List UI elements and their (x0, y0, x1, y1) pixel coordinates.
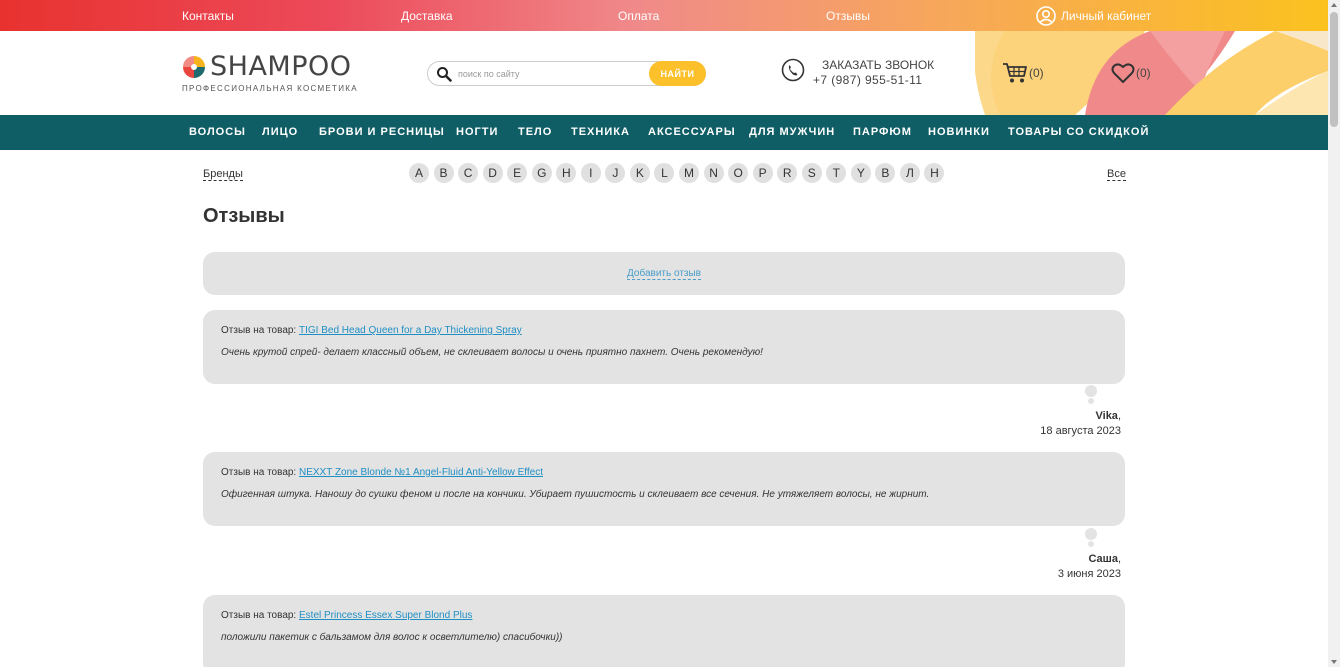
cart-count: (0) (1029, 66, 1044, 80)
review-product-link[interactable]: Estel Princess Essex Super Blond Plus (299, 610, 472, 621)
phone-icon (781, 58, 805, 82)
logo-icon (183, 55, 205, 78)
brand-letter[interactable]: T (826, 163, 847, 183)
review-text: Очень крутой спрей- делает классный объе… (221, 347, 763, 358)
nav-item-hair[interactable]: ВОЛОСЫ (189, 126, 246, 138)
cart-button[interactable]: (0) (1002, 62, 1044, 84)
nav-item-perfume[interactable]: ПАРФЮМ (853, 126, 912, 138)
review-text: Офигенная штука. Наношу до сушки феном и… (221, 489, 930, 500)
review-author-name: Саша (1088, 553, 1118, 565)
speech-bubble-dot (1085, 385, 1097, 397)
review-product-link[interactable]: NEXXT Zone Blonde №1 Angel-Fluid Anti-Ye… (299, 467, 543, 478)
brand-letter[interactable]: H (556, 163, 577, 183)
brand-letter[interactable]: A (409, 163, 429, 183)
nav-item-face[interactable]: ЛИЦО (262, 126, 298, 138)
search-button[interactable]: НАЙТИ (649, 61, 706, 86)
nav-item-nails[interactable]: НОГТИ (456, 126, 498, 138)
search-input[interactable] (458, 65, 644, 82)
speech-bubble-dot (1085, 528, 1097, 540)
topbar-link-contacts[interactable]: Контакты (182, 9, 234, 23)
callback[interactable]: ЗАКАЗАТЬ ЗВОНОК +7 (987) 955-51-11 (781, 58, 934, 87)
review-prefix: Отзыв на товар: (221, 467, 297, 478)
review-product-link[interactable]: TIGI Bed Head Queen for a Day Thickening… (299, 325, 522, 336)
nav-item-new[interactable]: НОВИНКИ (928, 126, 990, 138)
add-review-panel: Добавить отзыв (203, 252, 1125, 295)
user-icon (1036, 6, 1056, 26)
scrollbar[interactable] (1328, 0, 1340, 667)
review-date: 3 июня 2023 (1057, 568, 1121, 580)
brand-letter[interactable]: G (531, 163, 552, 183)
nav-item-sale[interactable]: ТОВАРЫ СО СКИДКОЙ (1008, 126, 1149, 138)
brand-letter[interactable]: O (728, 163, 749, 183)
review-date: 18 августа 2023 (1040, 425, 1121, 437)
scroll-down-arrow-icon[interactable] (1331, 660, 1337, 664)
brand-letter[interactable]: H (924, 163, 945, 183)
brand-letter[interactable]: L (654, 163, 675, 183)
review-author: Vika, (1095, 410, 1122, 422)
header: SHAMPOO ПРОФЕССИОНАЛЬНАЯ КОСМЕТИКА НАЙТИ… (0, 31, 1328, 115)
review-card: Отзыв на товар: TIGI Bed Head Queen for … (203, 310, 1125, 384)
brand-letter[interactable]: P (752, 163, 773, 183)
brand-letter[interactable]: M (679, 163, 700, 183)
nav-item-accessories[interactable]: АКСЕССУАРЫ (648, 126, 736, 138)
heart-icon (1111, 63, 1135, 83)
nav-item-tech[interactable]: ТЕХНИКА (571, 126, 630, 138)
review-product-line: Отзыв на товар: NEXXT Zone Blonde №1 Ang… (221, 467, 543, 478)
nav-item-body[interactable]: ТЕЛО (518, 126, 552, 138)
favorites-button[interactable]: (0) (1111, 62, 1151, 84)
main-nav: ВОЛОСЫ ЛИЦО БРОВИ И РЕСНИЦЫ НОГТИ ТЕЛО Т… (0, 115, 1328, 150)
nav-item-brows-lashes[interactable]: БРОВИ И РЕСНИЦЫ (319, 126, 445, 138)
review-card: Отзыв на товар: Estel Princess Essex Sup… (203, 595, 1125, 667)
favorites-count: (0) (1136, 66, 1151, 80)
search-bar: НАЙТИ (427, 61, 706, 86)
logo-text: SHAMPOO (210, 51, 352, 82)
review-text: положили пакетик с бальзамом для волос к… (221, 632, 563, 643)
topbar-link-payment[interactable]: Оплата (618, 9, 659, 23)
account-label: Личный кабинет (1061, 9, 1152, 23)
brand-letter[interactable]: D (482, 163, 503, 183)
review-prefix: Отзыв на товар: (221, 325, 297, 336)
review-product-line: Отзыв на товар: TIGI Bed Head Queen for … (221, 325, 522, 336)
all-brands-link[interactable]: Все (1107, 168, 1126, 181)
account-link[interactable]: Личный кабинет (1036, 6, 1151, 26)
review-author-name: Vika (1095, 410, 1118, 422)
brand-letter[interactable]: R (777, 163, 798, 183)
brand-letter[interactable]: I (580, 163, 601, 183)
brand-letter[interactable]: Л (899, 163, 920, 183)
brand-letter[interactable]: C (458, 163, 479, 183)
callback-label[interactable]: ЗАКАЗАТЬ ЗВОНОК (822, 58, 934, 72)
phone-number[interactable]: +7 (987) 955-51-11 (813, 73, 934, 87)
top-bar: Контакты Доставка Оплата Отзывы Личный к… (0, 0, 1328, 31)
review-product-line: Отзыв на товар: Estel Princess Essex Sup… (221, 610, 472, 621)
brand-letter[interactable]: N (703, 163, 724, 183)
review-card: Отзыв на товар: NEXXT Zone Blonde №1 Ang… (203, 452, 1125, 526)
cart-icon (1003, 63, 1027, 83)
brand-letter[interactable]: Y (850, 163, 871, 183)
speech-bubble-dot (1088, 541, 1094, 547)
scroll-up-arrow-icon[interactable] (1331, 3, 1337, 7)
brand-letter[interactable]: S (801, 163, 822, 183)
brand-letter-filter: A B C D E G H I J K L M N O P R S T Y B … (409, 163, 945, 183)
speech-bubble-dot (1088, 398, 1094, 404)
logo[interactable]: SHAMPOO ПРОФЕССИОНАЛЬНАЯ КОСМЕТИКА (182, 51, 358, 93)
brands-link[interactable]: Бренды (203, 168, 243, 181)
brand-letter[interactable]: B (433, 163, 454, 183)
brand-letter[interactable]: K (629, 163, 650, 183)
brand-letter[interactable]: E (507, 163, 528, 183)
brand-letter[interactable]: B (875, 163, 896, 183)
scroll-thumb[interactable] (1330, 12, 1338, 127)
logo-subtitle: ПРОФЕССИОНАЛЬНАЯ КОСМЕТИКА (182, 84, 358, 93)
topbar-link-delivery[interactable]: Доставка (401, 9, 453, 23)
review-author: Саша, (1088, 553, 1121, 565)
page-title: Отзывы (203, 205, 285, 227)
nav-item-men[interactable]: ДЛЯ МУЖЧИН (749, 126, 835, 138)
search-icon (437, 67, 452, 82)
add-review-link[interactable]: Добавить отзыв (627, 268, 701, 280)
brand-letter[interactable]: J (605, 163, 626, 183)
topbar-link-reviews[interactable]: Отзывы (826, 9, 870, 23)
review-prefix: Отзыв на товар: (221, 610, 297, 621)
